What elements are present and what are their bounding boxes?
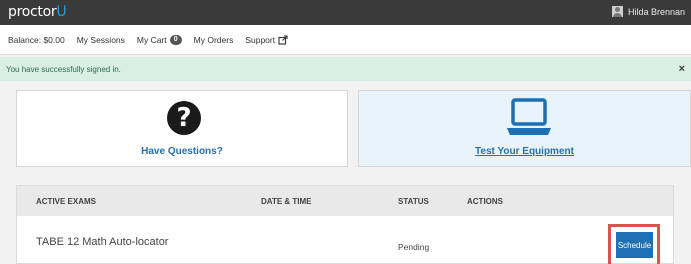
user-menu[interactable]: Hilda Brennan	[611, 6, 685, 17]
table-row: TABE 12 Math Auto-locator Pending Schedu…	[17, 216, 673, 264]
header-status: STATUS	[398, 197, 429, 206]
header-active-exams: ACTIVE EXAMS	[36, 197, 97, 206]
schedule-highlight: Schedule	[608, 224, 660, 264]
question-circle-icon: ?	[167, 101, 201, 135]
proctoru-logo[interactable]: proctorU	[8, 4, 67, 20]
logo-accent: U	[56, 4, 67, 20]
have-questions-label: Have Questions?	[141, 146, 223, 157]
exam-name: TABE 12 Math Auto-locator	[36, 236, 169, 248]
exam-status: Pending	[398, 242, 430, 252]
cart-count-badge: 0	[169, 34, 182, 45]
schedule-button[interactable]: Schedule	[616, 232, 653, 258]
nav-support[interactable]: Support	[245, 35, 288, 45]
logo-text: proctor	[8, 4, 57, 20]
nav-my-sessions[interactable]: My Sessions	[77, 35, 125, 45]
user-avatar-icon	[611, 6, 623, 17]
active-exams-table: ACTIVE EXAMS DATE & TIME STATUS ACTIONS …	[16, 185, 674, 264]
nav-my-orders[interactable]: My Orders	[194, 35, 234, 45]
nav-my-cart-label: My Cart	[136, 34, 167, 45]
alert-close-icon[interactable]: ×	[679, 63, 685, 75]
balance-text: Balance: $0.00	[8, 34, 65, 45]
laptop-icon	[507, 98, 551, 135]
top-bar: proctorU Hilda Brennan	[0, 0, 691, 25]
table-header: ACTIVE EXAMS DATE & TIME STATUS ACTIONS	[17, 186, 673, 216]
nav-support-label: Support	[245, 34, 276, 45]
test-equipment-link[interactable]: Test Your Equipment	[359, 146, 690, 157]
header-date-time: DATE & TIME	[261, 197, 312, 206]
have-questions-card[interactable]: ? Have Questions?	[16, 90, 348, 167]
external-link-icon	[278, 34, 288, 45]
test-equipment-card[interactable]: Test Your Equipment	[358, 90, 691, 167]
header-actions: ACTIONS	[467, 197, 503, 206]
success-alert: You have successfully signed in. ×	[0, 57, 691, 81]
alert-message: You have successfully signed in.	[6, 64, 121, 74]
secondary-nav: Balance: $0.00 My Sessions My Cart 0 My …	[0, 25, 691, 55]
nav-my-cart[interactable]: My Cart 0	[136, 34, 182, 45]
user-name: Hilda Brennan	[627, 6, 685, 17]
